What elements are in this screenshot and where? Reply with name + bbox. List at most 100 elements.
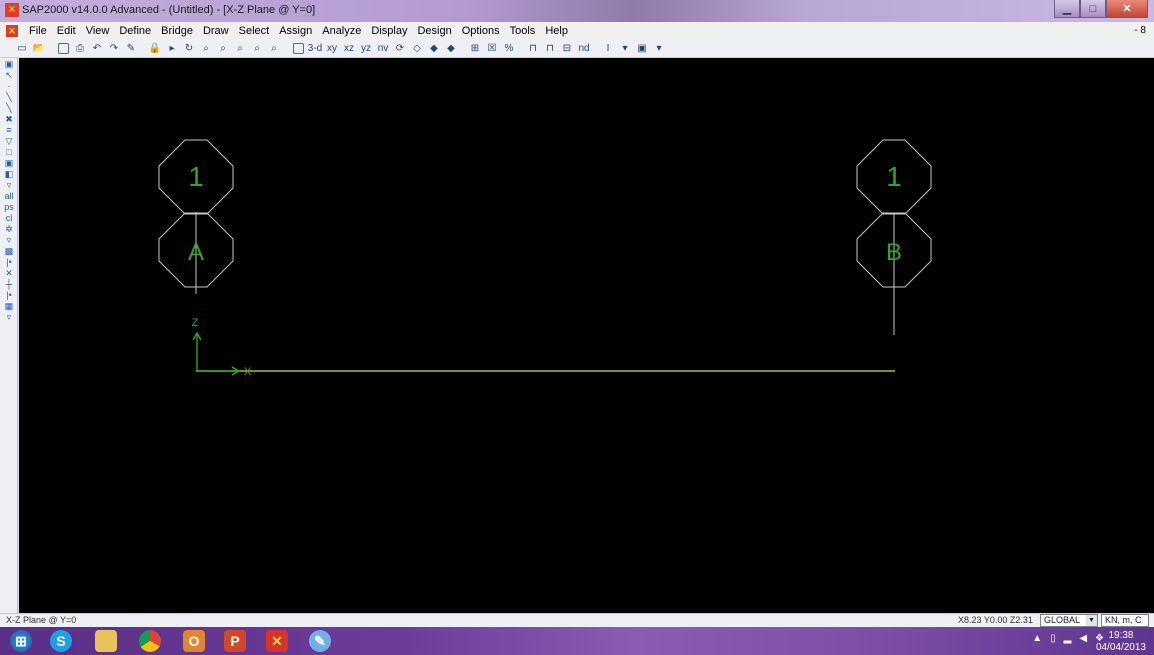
zoom-window-icon[interactable]: ⌕ bbox=[198, 41, 214, 56]
new-icon[interactable]: ▭ bbox=[14, 41, 30, 56]
menu-view[interactable]: View bbox=[81, 25, 115, 37]
menu-display[interactable]: Display bbox=[366, 25, 412, 37]
view-xz-button[interactable]: xz bbox=[341, 41, 357, 56]
dot-icon[interactable]: · bbox=[2, 81, 16, 91]
view-nv-button[interactable]: nv bbox=[375, 41, 391, 56]
grid-bubble-1-left[interactable]: 1 bbox=[158, 139, 234, 215]
run-icon[interactable]: ▸ bbox=[164, 41, 180, 56]
sap2000-logo-icon[interactable]: ✕ bbox=[5, 3, 19, 17]
box-icon[interactable]: ▣ bbox=[634, 41, 650, 56]
maximize-icon[interactable]: □ bbox=[1080, 0, 1106, 18]
menu-options[interactable]: Options bbox=[457, 25, 505, 37]
section-cut-icon[interactable]: ✲ bbox=[2, 224, 16, 234]
menu-help[interactable]: Help bbox=[540, 25, 573, 37]
document-icon[interactable]: ✕ bbox=[6, 24, 18, 37]
flag-icon[interactable]: ▯ bbox=[1050, 633, 1056, 644]
moment-icon[interactable]: ⊓ bbox=[542, 41, 558, 56]
text-icon[interactable]: I bbox=[600, 41, 616, 56]
skype-icon[interactable]: S bbox=[44, 629, 78, 653]
pencil-icon[interactable]: ✎ bbox=[123, 41, 139, 56]
zoom-in-icon[interactable]: ⌕ bbox=[215, 41, 231, 56]
zoom-full-icon[interactable]: ⌕ bbox=[249, 41, 265, 56]
frame-icon[interactable]: ⊓ bbox=[525, 41, 541, 56]
units-select[interactable]: KN, m, C bbox=[1101, 614, 1149, 627]
paint-icon[interactable]: ✎ bbox=[303, 629, 337, 653]
brace-icon[interactable]: ✖ bbox=[2, 114, 16, 124]
view-yz-button[interactable]: yz bbox=[358, 41, 374, 56]
network-icon[interactable]: ▂ bbox=[1064, 633, 1072, 644]
zoom-previous-icon[interactable]: ⌕ bbox=[266, 41, 282, 56]
reshape-icon[interactable]: ↖ bbox=[2, 70, 16, 80]
frame-draw-icon[interactable]: ╲ bbox=[2, 92, 16, 102]
snap-intersect-icon[interactable]: ✕ bbox=[2, 268, 16, 278]
up-icon[interactable]: ◆ bbox=[426, 41, 442, 56]
select-previous-label[interactable]: ps bbox=[2, 202, 16, 212]
perspective-icon[interactable]: ◇ bbox=[409, 41, 425, 56]
joint-icon[interactable]: % bbox=[501, 41, 517, 56]
snap-grid-icon[interactable]: ▦ bbox=[2, 301, 16, 311]
volume-icon[interactable]: ◀ bbox=[1079, 633, 1087, 644]
chrome-icon[interactable] bbox=[133, 629, 167, 653]
refresh-icon[interactable]: ↻ bbox=[181, 41, 197, 56]
frame-release-icon[interactable]: ⊟ bbox=[559, 41, 575, 56]
select-all-label[interactable]: all bbox=[2, 191, 16, 201]
save-icon[interactable] bbox=[55, 41, 71, 56]
clock[interactable]: 19:38 04/04/2013 bbox=[1096, 630, 1146, 654]
outlook-icon[interactable]: O bbox=[177, 629, 211, 653]
set-display-icon[interactable]: ☒ bbox=[484, 41, 500, 56]
menu-bridge[interactable]: Bridge bbox=[156, 25, 198, 37]
frame-quick-icon[interactable]: ╲ bbox=[2, 103, 16, 113]
dropdown-icon[interactable]: ▾ bbox=[651, 41, 667, 56]
model-canvas[interactable]: 1 A 1 B Z X bbox=[19, 58, 1154, 613]
powerpoint-icon[interactable]: P bbox=[218, 629, 252, 653]
grid-bubble-1-right[interactable]: 1 bbox=[856, 139, 932, 215]
object-shrink-icon[interactable]: ⊞ bbox=[467, 41, 483, 56]
cable-icon[interactable]: ≡ bbox=[2, 125, 16, 135]
up-arrow-icon[interactable]: ▲ bbox=[1032, 633, 1042, 644]
snap-mid-icon[interactable]: |• bbox=[2, 257, 16, 267]
file-explorer-icon[interactable] bbox=[89, 629, 123, 653]
view-3d-button[interactable]: 3-d bbox=[307, 41, 323, 56]
undo-icon[interactable]: ↶ bbox=[89, 41, 105, 56]
print-icon[interactable]: ⎙ bbox=[72, 41, 88, 56]
menu-assign[interactable]: Assign bbox=[274, 25, 317, 37]
menu-tools[interactable]: Tools bbox=[505, 25, 541, 37]
link-icon[interactable]: ▿ bbox=[2, 180, 16, 190]
snap-end-icon[interactable]: ▩ bbox=[2, 246, 16, 256]
windows-start-icon[interactable]: ⊞ bbox=[4, 629, 38, 653]
dropdown-icon[interactable]: ▾ bbox=[617, 41, 633, 56]
zoom-out-icon[interactable]: ⌕ bbox=[232, 41, 248, 56]
quick-area-icon[interactable]: ▣ bbox=[2, 158, 16, 168]
view-xy-button[interactable]: xy bbox=[324, 41, 340, 56]
more-icon[interactable]: ▿ bbox=[2, 312, 16, 322]
rect-area-icon[interactable]: □ bbox=[2, 147, 16, 157]
grid-icon[interactable] bbox=[290, 41, 306, 56]
menu-analyze[interactable]: Analyze bbox=[317, 25, 366, 37]
redo-icon[interactable]: ↷ bbox=[106, 41, 122, 56]
snap-line-icon[interactable]: |• bbox=[2, 290, 16, 300]
lock-icon[interactable]: 🔒 bbox=[147, 41, 163, 56]
menu-file[interactable]: File bbox=[24, 25, 52, 37]
close-icon[interactable]: ✕ bbox=[1106, 0, 1148, 18]
chevron-down-icon[interactable]: ▼ bbox=[1086, 615, 1097, 626]
minimize-icon[interactable]: ▁ bbox=[1054, 0, 1080, 18]
rotate-icon[interactable]: ⟳ bbox=[392, 41, 408, 56]
menu-edit[interactable]: Edit bbox=[52, 25, 81, 37]
clear-select-label[interactable]: cl bbox=[2, 213, 16, 223]
area-draw-icon[interactable]: ▽ bbox=[2, 136, 16, 146]
coord-system-select[interactable]: GLOBAL ▼ bbox=[1040, 614, 1098, 627]
mdi-restore-controls[interactable]: - 8 bbox=[1134, 25, 1146, 36]
down-icon[interactable]: ◆ bbox=[443, 41, 459, 56]
open-icon[interactable]: 📂 bbox=[31, 41, 47, 56]
sap2000-icon[interactable]: ✕ bbox=[260, 629, 294, 653]
solid-icon[interactable]: ◧ bbox=[2, 169, 16, 179]
menu-define[interactable]: Define bbox=[114, 25, 156, 37]
snap-perp-icon[interactable]: ┼ bbox=[2, 279, 16, 289]
menu-draw[interactable]: Draw bbox=[198, 25, 234, 37]
model-drawing[interactable]: 1 A 1 B Z X bbox=[19, 58, 1154, 613]
snap-icon[interactable]: ▿ bbox=[2, 235, 16, 245]
view-nd-button[interactable]: nd bbox=[576, 41, 592, 56]
menu-design[interactable]: Design bbox=[412, 25, 456, 37]
pointer-icon[interactable]: ▣ bbox=[2, 59, 16, 69]
title-bar[interactable]: ✕ SAP2000 v14.0.0 Advanced - (Untitled) … bbox=[0, 0, 1154, 22]
